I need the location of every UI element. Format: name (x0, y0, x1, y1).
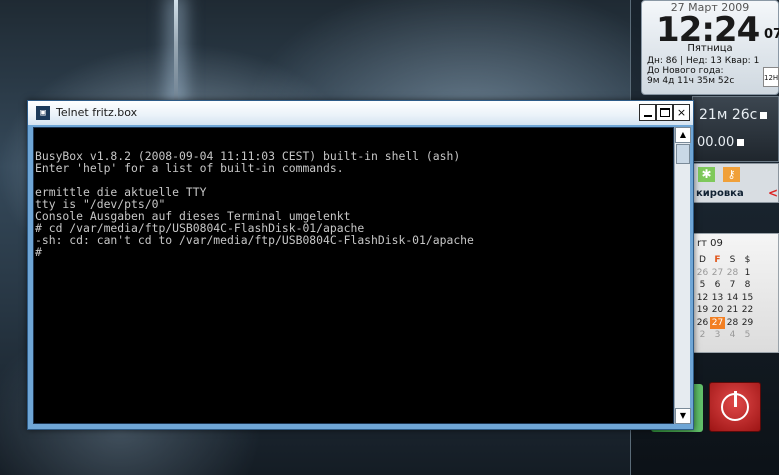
scroll-down-icon[interactable]: ▼ (675, 408, 691, 424)
calendar-day[interactable]: 5 (740, 329, 755, 342)
vertical-scrollbar[interactable]: ▲ ▼ (674, 127, 691, 424)
timer-gadget: 21м 26с 00.00 (692, 96, 779, 162)
power-icon-bar (734, 391, 737, 407)
calendar-day[interactable]: 19 (695, 304, 710, 317)
stop-icon[interactable] (760, 111, 768, 119)
calendar-day[interactable]: 13 (710, 292, 725, 305)
calendar-day[interactable]: 12 (695, 292, 710, 305)
key-icon[interactable]: ⚷ (723, 167, 740, 182)
clock-info-line1: Дн: 86 | Нед: 13 Квар: 1 (647, 56, 760, 66)
scroll-up-icon[interactable]: ▲ (675, 127, 691, 143)
play-icon[interactable] (737, 139, 745, 146)
calendar-day[interactable]: 14 (725, 292, 740, 305)
telnet-icon[interactable]: ▣ (36, 106, 50, 120)
calendar-day[interactable]: 4 (725, 329, 740, 342)
timer-line2: 00.00 (697, 135, 745, 150)
timer-line1: 21м 26с (699, 107, 768, 123)
clock-seconds: 07 (764, 27, 779, 42)
close-button[interactable]: × (673, 104, 690, 121)
calendar-day[interactable]: 7 (725, 279, 740, 292)
calendar-day[interactable]: 22 (740, 304, 755, 317)
calendar-day[interactable]: 29 (740, 317, 755, 330)
calendar-day[interactable]: 15 (740, 292, 755, 305)
calendar-day[interactable]: 21 (725, 304, 740, 317)
minimize-icon (644, 115, 652, 117)
clock-info-line2: До Нового года: (647, 66, 724, 76)
calendar-day[interactable]: 1 (740, 267, 755, 280)
arrow-left-icon[interactable]: < (768, 186, 778, 200)
calendar-day[interactable]: 20 (710, 304, 725, 317)
calendar-day[interactable]: 2 (695, 329, 710, 342)
window-title: Telnet fritz.box (56, 106, 138, 119)
calendar-grid: D F S $ 26 27 28 1 5 6 7 8 12 13 14 15 1… (695, 254, 755, 342)
calendar-day[interactable]: 3 (710, 329, 725, 342)
calendar-header: D (699, 255, 706, 266)
desktop-lightning (174, 0, 178, 110)
maximize-button[interactable] (656, 104, 673, 121)
title-bar[interactable]: ▣ Telnet fritz.box × (28, 101, 693, 125)
calendar-day[interactable]: 5 (695, 279, 710, 292)
minimize-button[interactable] (639, 104, 656, 121)
scroll-thumb[interactable] (676, 144, 690, 164)
clock-weekday: Пятница (687, 43, 733, 54)
calendar-day[interactable]: 26 (695, 317, 710, 330)
lock-label[interactable]: кировка (696, 188, 744, 199)
calendar-day[interactable]: 28 (725, 317, 740, 330)
clock-12h-button[interactable]: 12H (763, 67, 779, 87)
clock-gadget: 27 Март 2009 12:24 07 Пятница Дн: 86 | Н… (641, 0, 779, 95)
calendar-month: rт 09 (697, 238, 723, 249)
green-app-icon[interactable]: ✱ (698, 167, 715, 182)
shutdown-button[interactable] (709, 382, 761, 432)
clock-info-line3: 9м 4д 11ч 35м 52с (647, 76, 735, 86)
terminal-line: # (35, 245, 42, 259)
clock-info: Дн: 86 | Нед: 13 Квар: 1 До Нового года:… (647, 56, 777, 86)
telnet-window: ▣ Telnet fritz.box × BusyBox v1.8.2 (200… (27, 100, 694, 430)
calendar-day[interactable]: 6 (710, 279, 725, 292)
calendar-today[interactable]: 27 (710, 316, 725, 329)
calendar-header: $ (744, 255, 751, 266)
calendar-day[interactable]: 27 (710, 267, 725, 280)
calendar-day[interactable]: 26 (695, 267, 710, 280)
calendar-header: F (714, 255, 721, 266)
terminal-line: -sh: cd: can't cd to /var/media/ftp/USB0… (35, 233, 474, 247)
terminal-output[interactable]: BusyBox v1.8.2 (2008-09-04 11:11:03 CEST… (33, 127, 674, 424)
calendar-day[interactable]: 8 (740, 279, 755, 292)
launcher-gadget: ✱ ⚷ кировка < (692, 163, 779, 203)
terminal-text: BusyBox v1.8.2 (2008-09-04 11:11:03 CEST… (35, 150, 474, 258)
terminal-line: Enter 'help' for a list of built-in comm… (35, 161, 344, 175)
maximize-icon (660, 108, 670, 117)
calendar-header: S (729, 255, 736, 266)
calendar-gadget: rт 09 D F S $ 26 27 28 1 5 6 7 8 12 13 1… (692, 233, 779, 353)
calendar-day[interactable]: 28 (725, 267, 740, 280)
